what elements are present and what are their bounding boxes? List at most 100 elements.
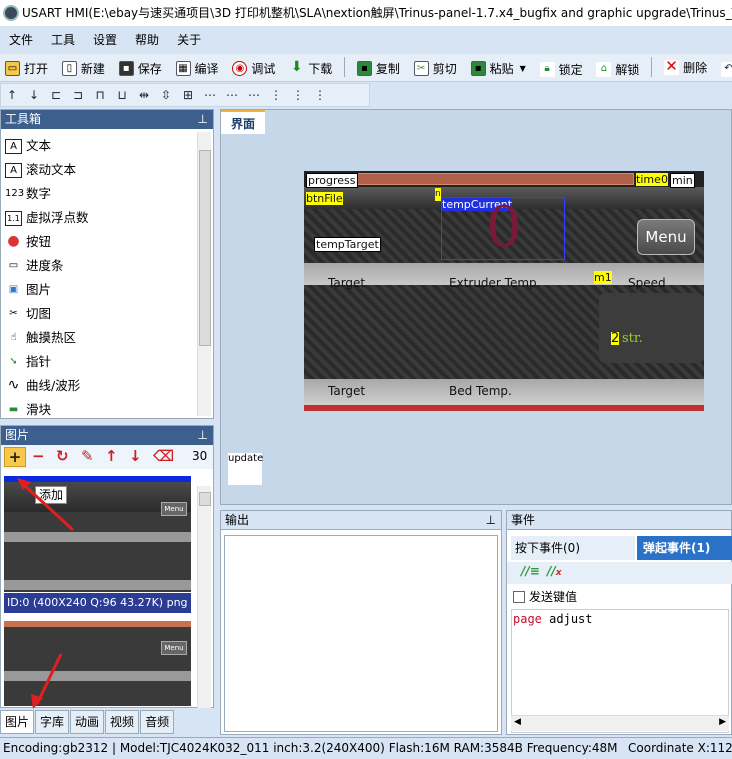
scrollbar-thumb[interactable]	[199, 150, 211, 346]
spacing-v-inc-icon[interactable]: ⋮	[287, 84, 309, 106]
align-right-icon[interactable]: ⊐	[67, 84, 89, 106]
value-two[interactable]: 2	[611, 332, 620, 345]
toolbox-item-crop[interactable]: ✂ 切图	[3, 302, 193, 326]
tab-fonts[interactable]: 字库	[35, 710, 70, 734]
same-size-icon[interactable]: ⊞	[177, 84, 199, 106]
menu-settings[interactable]: 设置	[84, 28, 126, 52]
dropdown-arrow-icon[interactable]: ▼	[520, 64, 526, 73]
send-key-checkbox[interactable]	[513, 591, 525, 603]
pin-icon[interactable]: ⊥	[486, 511, 496, 530]
menu-help[interactable]: 帮助	[126, 28, 168, 52]
btn-file[interactable]: btnFile	[306, 192, 343, 205]
save-icon: ▪	[118, 60, 134, 76]
min-label[interactable]: min	[670, 173, 695, 188]
lock-button[interactable]: 🔒︎ 锁定	[535, 56, 588, 81]
temp-current-box[interactable]: tempCurrent 0	[441, 196, 565, 260]
window-title: USART HMI(E:\ebay与速买通项目\3D 打印机整机\SLA\nex…	[22, 6, 732, 20]
delete-button[interactable]: ✕ 删除	[659, 54, 712, 80]
scroll-text-icon: A	[5, 162, 22, 178]
update-timer[interactable]: update	[228, 453, 263, 485]
toolbox-item-button[interactable]: ● 按钮	[3, 230, 193, 254]
button-icon: ●	[5, 234, 22, 250]
menu-tools[interactable]: 工具	[42, 28, 84, 52]
toolbox-panel: 工具箱 ⊥ A 文本 A 滚动文本 123 数字 1.1 虚拟浮点数 ● 按钮 ▭ 进度条 ▣…	[0, 109, 214, 419]
menu-file[interactable]: 文件	[0, 28, 42, 52]
scroll-right-icon[interactable]: ▶	[719, 717, 726, 727]
m1-label[interactable]: m1	[594, 271, 612, 284]
align-top-icon[interactable]: ⊓	[89, 84, 111, 106]
compile-button[interactable]: ▦ 编译	[171, 55, 224, 81]
tab-pictures[interactable]: 图片	[0, 710, 35, 734]
align-bottom-icon[interactable]: ⊔	[111, 84, 133, 106]
status-flash: Flash:16M	[388, 741, 450, 755]
toolbox-item-float[interactable]: 1.1 虚拟浮点数	[3, 206, 193, 230]
main-toolbar: ▭ 打开 ▯ 新建 ▪ 保存 ▦ 编译 ◉ 调试 ⬇ 下载 ▪ 复制 ✂ 剪切 ▪ 粘贴 ▼ 🔒︎ 锁…	[0, 54, 732, 82]
tab-animation[interactable]: 动画	[70, 710, 105, 734]
tab-video[interactable]: 视频	[105, 710, 140, 734]
send-backward-icon[interactable]: ↓	[23, 84, 45, 106]
paste-icon: ▪	[470, 60, 486, 76]
toolbox-item-text[interactable]: A 文本	[3, 134, 193, 158]
progress-bar[interactable]	[356, 173, 634, 185]
time-value[interactable]: 0	[661, 173, 668, 186]
time-label[interactable]: time	[636, 173, 661, 186]
tab-press-event[interactable]: 按下事件(0)	[511, 536, 635, 560]
new-button[interactable]: ▯ 新建	[57, 55, 110, 81]
spacing-h-inc-icon[interactable]: ⋯	[221, 84, 243, 106]
tab-page[interactable]: 界面	[221, 110, 265, 134]
paste-button[interactable]: ▪ 粘贴 ▼	[466, 55, 531, 81]
toolbox-item-slider[interactable]: ▬ 滑块	[3, 398, 193, 422]
n-label[interactable]: n	[435, 188, 441, 201]
extruder-temp-label: Extruder Temp.	[449, 276, 541, 290]
spacing-v-dec-icon[interactable]: ⋮	[309, 84, 331, 106]
comment-icon[interactable]: //≡	[521, 564, 540, 578]
output-header: 输出 ⊥	[221, 511, 501, 530]
unlock-button[interactable]: ⌂ 解锁	[591, 56, 644, 81]
unlock-icon: ⌂	[596, 61, 612, 77]
cut-button[interactable]: ✂ 剪切	[409, 55, 462, 81]
toolbox-item-scroll-text[interactable]: A 滚动文本	[3, 158, 193, 182]
debug-button[interactable]: ◉ 调试	[227, 55, 280, 81]
progress-label[interactable]: progress	[306, 173, 358, 188]
spacing-h-icon[interactable]: ⋯	[199, 84, 221, 106]
menu-button[interactable]: Menu	[637, 219, 695, 255]
download-icon: ⬇	[290, 58, 303, 75]
toolbox-header: 工具箱 ⊥	[1, 110, 213, 129]
tab-audio[interactable]: 音频	[140, 710, 175, 734]
scroll-left-icon[interactable]: ◀	[514, 717, 521, 727]
uncomment-icon[interactable]: //x	[547, 564, 562, 578]
lock-icon: 🔒︎	[539, 61, 555, 77]
toolbox-item-pointer[interactable]: ➘ 指针	[3, 350, 193, 374]
spacing-v-icon[interactable]: ⋮	[265, 84, 287, 106]
center-horizontal-icon[interactable]: ⇹	[133, 84, 155, 106]
download-button[interactable]: ⬇ 下载	[284, 55, 337, 81]
copy-button[interactable]: ▪ 复制	[352, 55, 405, 81]
pin-icon[interactable]: ⊥	[198, 110, 208, 129]
code-scrollbar[interactable]: ◀ ▶	[511, 715, 729, 731]
undo-button[interactable]: ↶撤销	[716, 56, 732, 81]
toolbox-item-wave[interactable]: ∿ 曲线/波形	[3, 374, 193, 398]
speed-label: Speed	[628, 276, 666, 290]
cut-icon: ✂	[413, 60, 429, 76]
status-encoding: Encoding:gb2312	[3, 741, 109, 755]
center-vertical-icon[interactable]: ⇳	[155, 84, 177, 106]
status-inch: inch:3.2(240X400)	[273, 741, 385, 755]
open-button[interactable]: ▭ 打开	[0, 55, 53, 81]
toolbox-scrollbar[interactable]	[197, 132, 211, 416]
code-argument: adjust	[549, 612, 593, 626]
bring-forward-icon[interactable]: ↑	[1, 84, 23, 106]
toolbox-item-number[interactable]: 123 数字	[3, 182, 193, 206]
delete-icon: ✕	[664, 56, 680, 75]
save-button[interactable]: ▪ 保存	[114, 55, 167, 81]
output-text-area[interactable]	[224, 535, 498, 732]
toolbox-item-progress[interactable]: ▭ 进度条	[3, 254, 193, 278]
menu-about[interactable]: 关于	[168, 28, 210, 52]
toolbox-item-picture[interactable]: ▣ 图片	[3, 278, 193, 302]
temp-target-label[interactable]: tempTarget	[314, 237, 381, 252]
tab-release-event[interactable]: 弹起事件(1)	[637, 536, 732, 560]
align-left-icon[interactable]: ⊏	[45, 84, 67, 106]
toolbox-item-touch[interactable]: ☝ 触摸热区	[3, 326, 193, 350]
wave-icon: ∿	[5, 378, 22, 394]
hmi-screen[interactable]: progress time 0 min btnFile n tempCurren…	[304, 171, 704, 411]
spacing-h-dec-icon[interactable]: ⋯	[243, 84, 265, 106]
